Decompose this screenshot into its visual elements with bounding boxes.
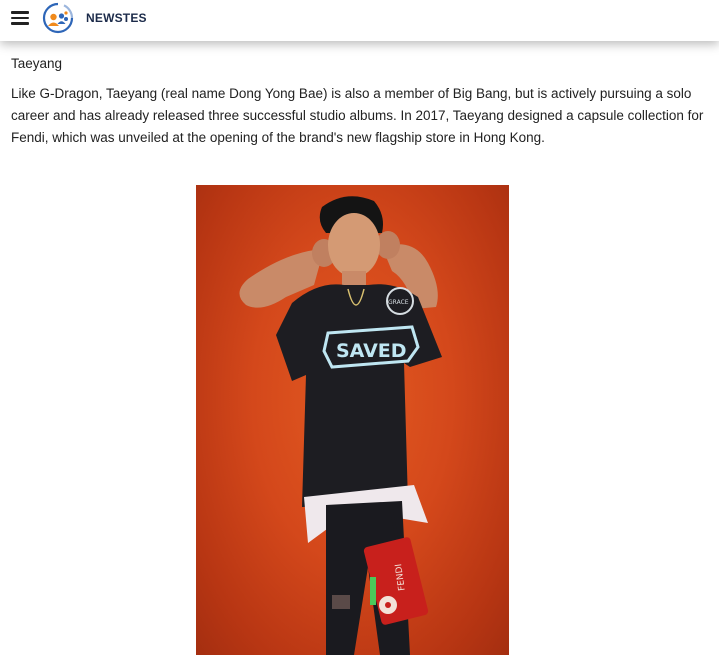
article-photo: SAVED GRACE FENDI (196, 185, 509, 655)
tshirt-print-text: SAVED (336, 340, 407, 362)
badge-text: GRACE (388, 299, 409, 306)
hamburger-menu-icon[interactable] (11, 11, 29, 25)
article-paragraph: Like G-Dragon, Taeyang (real name Dong Y… (11, 86, 704, 145)
person-illustration: SAVED GRACE FENDI (239, 196, 442, 655)
top-bar: NEWSTES (0, 0, 719, 41)
people-logo-icon[interactable] (42, 2, 74, 34)
article-subject: Taeyang (11, 56, 63, 71)
brand-name[interactable]: NEWSTES (86, 11, 147, 25)
